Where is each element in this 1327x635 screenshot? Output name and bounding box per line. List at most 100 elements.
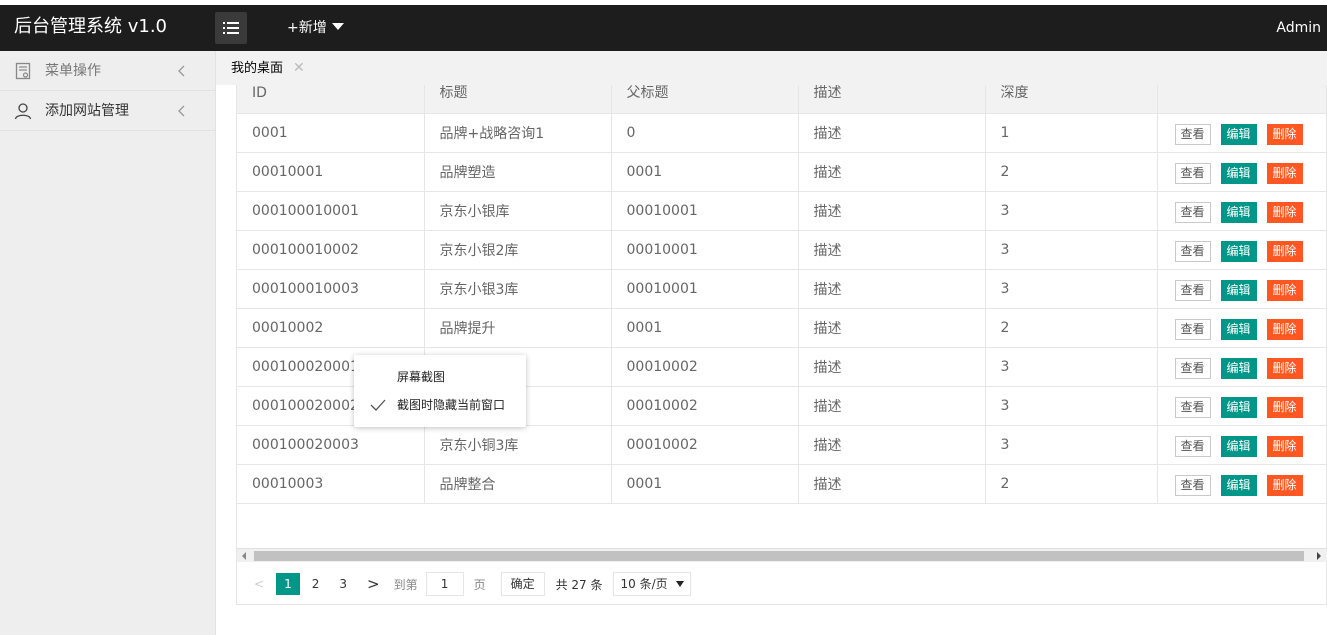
view-button[interactable]: 查看 bbox=[1174, 357, 1211, 379]
view-button[interactable]: 查看 bbox=[1174, 279, 1211, 301]
data-table-container: ID 标题 父标题 描述 深度 0001 品牌+战略咨询1 0 描述 1 查看 编辑 删除 00… bbox=[236, 85, 1327, 605]
app-logo: 后台管理系统 v1.0 bbox=[14, 16, 167, 37]
cell-title: 京东小银3库 bbox=[424, 269, 612, 309]
cell-id: 00010001 bbox=[237, 152, 425, 192]
add-new-menu[interactable]: +新增 bbox=[287, 5, 344, 51]
tab-desktop[interactable]: 我的桌面 ✕ bbox=[231, 51, 305, 85]
delete-button[interactable]: 删除 bbox=[1266, 396, 1303, 418]
user-menu[interactable]: Admin bbox=[1276, 5, 1321, 51]
page-2-button[interactable]: 2 bbox=[304, 573, 328, 595]
goto-page-input[interactable]: 1 bbox=[425, 572, 464, 596]
cell-depth: 1 bbox=[985, 113, 1158, 153]
cell-actions: 查看 编辑 删除 bbox=[1157, 386, 1326, 426]
cell-title: 京东小银2库 bbox=[424, 230, 612, 270]
cell-actions: 查看 编辑 删除 bbox=[1157, 113, 1326, 153]
delete-button[interactable]: 删除 bbox=[1266, 162, 1303, 184]
confirm-button[interactable]: 确定 bbox=[500, 572, 545, 596]
cell-depth: 2 bbox=[985, 152, 1158, 192]
page-size-select[interactable]: 10 条/页 bbox=[612, 572, 691, 596]
page-1-button[interactable]: 1 bbox=[276, 573, 300, 595]
cell-depth: 3 bbox=[985, 425, 1158, 465]
scroll-right-icon[interactable] bbox=[1317, 552, 1321, 560]
delete-button[interactable]: 删除 bbox=[1266, 435, 1303, 457]
edit-button[interactable]: 编辑 bbox=[1220, 357, 1257, 379]
delete-button[interactable]: 删除 bbox=[1266, 123, 1303, 145]
table-row: 00010001 品牌塑造 0001 描述 2 查看 编辑 删除 bbox=[237, 152, 1326, 192]
cell-desc: 描述 bbox=[798, 152, 986, 192]
cell-id: 000100010002 bbox=[237, 230, 425, 270]
view-button[interactable]: 查看 bbox=[1174, 396, 1211, 418]
sidebar-item-label: 菜单操作 bbox=[45, 63, 101, 79]
pagination: < 1 2 3 > 到第 1 页 确定 共 27 条 10 条/页 bbox=[237, 563, 1327, 605]
table-row: 0001 品牌+战略咨询1 0 描述 1 查看 编辑 删除 bbox=[237, 113, 1326, 153]
prev-page-button[interactable]: < bbox=[246, 573, 272, 595]
view-button[interactable]: 查看 bbox=[1174, 474, 1211, 496]
cell-parent: 0001 bbox=[611, 308, 799, 348]
view-button[interactable]: 查看 bbox=[1174, 123, 1211, 145]
cell-actions: 查看 编辑 删除 bbox=[1157, 269, 1326, 309]
cell-parent: 00010001 bbox=[611, 230, 799, 270]
cell-title: 京东小银库 bbox=[424, 191, 612, 231]
horizontal-scrollbar[interactable] bbox=[237, 548, 1327, 562]
cell-id: 0001 bbox=[237, 113, 425, 153]
cell-actions: 查看 编辑 删除 bbox=[1157, 425, 1326, 465]
page-3-button[interactable]: 3 bbox=[331, 573, 355, 595]
cell-title: 京东小铜3库 bbox=[424, 425, 612, 465]
cell-parent: 00010002 bbox=[611, 347, 799, 387]
scroll-thumb[interactable] bbox=[254, 551, 1304, 561]
cell-depth: 2 bbox=[985, 464, 1158, 504]
table-row: 000100010002 京东小银2库 00010001 描述 3 查看 编辑 删除 bbox=[237, 230, 1326, 270]
cell-depth: 3 bbox=[985, 191, 1158, 231]
edit-button[interactable]: 编辑 bbox=[1220, 279, 1257, 301]
delete-button[interactable]: 删除 bbox=[1266, 357, 1303, 379]
cell-desc: 描述 bbox=[798, 113, 986, 153]
chevron-left-icon bbox=[178, 105, 185, 117]
total-count: 共 27 条 bbox=[555, 577, 603, 592]
cell-depth: 2 bbox=[985, 308, 1158, 348]
view-button[interactable]: 查看 bbox=[1174, 435, 1211, 457]
column-header-title: 标题 bbox=[424, 85, 612, 114]
top-header: 后台管理系统 v1.0 +新增 Admin bbox=[0, 5, 1327, 51]
sidebar: 菜单操作 添加网站管理 bbox=[0, 51, 216, 635]
menu-toggle-button[interactable] bbox=[215, 12, 247, 44]
context-item-hide-window[interactable]: 截图时隐藏当前窗口 bbox=[354, 392, 526, 418]
delete-button[interactable]: 删除 bbox=[1266, 279, 1303, 301]
edit-button[interactable]: 编辑 bbox=[1220, 240, 1257, 262]
cell-title: 品牌整合 bbox=[424, 464, 612, 504]
cell-id: 000100010003 bbox=[237, 269, 425, 309]
sidebar-item-site-manage[interactable]: 添加网站管理 bbox=[0, 91, 215, 131]
cell-parent: 0 bbox=[611, 113, 799, 153]
delete-button[interactable]: 删除 bbox=[1266, 240, 1303, 262]
sidebar-item-label: 添加网站管理 bbox=[45, 103, 129, 119]
cell-parent: 00010002 bbox=[611, 386, 799, 426]
delete-button[interactable]: 删除 bbox=[1266, 318, 1303, 340]
view-button[interactable]: 查看 bbox=[1174, 240, 1211, 262]
edit-button[interactable]: 编辑 bbox=[1220, 435, 1257, 457]
edit-button[interactable]: 编辑 bbox=[1220, 162, 1257, 184]
edit-button[interactable]: 编辑 bbox=[1220, 318, 1257, 340]
view-button[interactable]: 查看 bbox=[1174, 162, 1211, 184]
edit-button[interactable]: 编辑 bbox=[1220, 396, 1257, 418]
table-row: 00010002 品牌提升 0001 描述 2 查看 编辑 删除 bbox=[237, 308, 1326, 348]
tab-bar: 我的桌面 ✕ bbox=[216, 51, 1327, 85]
next-page-button[interactable]: > bbox=[359, 573, 388, 595]
cell-title: 品牌提升 bbox=[424, 308, 612, 348]
scroll-left-icon[interactable] bbox=[242, 552, 246, 560]
edit-button[interactable]: 编辑 bbox=[1220, 201, 1257, 223]
cell-id: 000100010001 bbox=[237, 191, 425, 231]
cell-depth: 3 bbox=[985, 230, 1158, 270]
column-header-depth: 深度 bbox=[985, 85, 1158, 114]
delete-button[interactable]: 删除 bbox=[1266, 201, 1303, 223]
close-icon[interactable]: ✕ bbox=[293, 60, 305, 76]
view-button[interactable]: 查看 bbox=[1174, 318, 1211, 340]
table-row: 000100010001 京东小银库 00010001 描述 3 查看 编辑 删除 bbox=[237, 191, 1326, 231]
page-size-value: 10 条/页 bbox=[620, 577, 668, 591]
edit-button[interactable]: 编辑 bbox=[1220, 474, 1257, 496]
context-menu: 屏幕截图 截图时隐藏当前窗口 bbox=[354, 355, 526, 427]
edit-button[interactable]: 编辑 bbox=[1220, 123, 1257, 145]
view-button[interactable]: 查看 bbox=[1174, 201, 1211, 223]
delete-button[interactable]: 删除 bbox=[1266, 474, 1303, 496]
cell-title: 品牌塑造 bbox=[424, 152, 612, 192]
sidebar-item-menu-ops[interactable]: 菜单操作 bbox=[0, 51, 215, 91]
context-item-screenshot[interactable]: 屏幕截图 bbox=[354, 364, 526, 390]
